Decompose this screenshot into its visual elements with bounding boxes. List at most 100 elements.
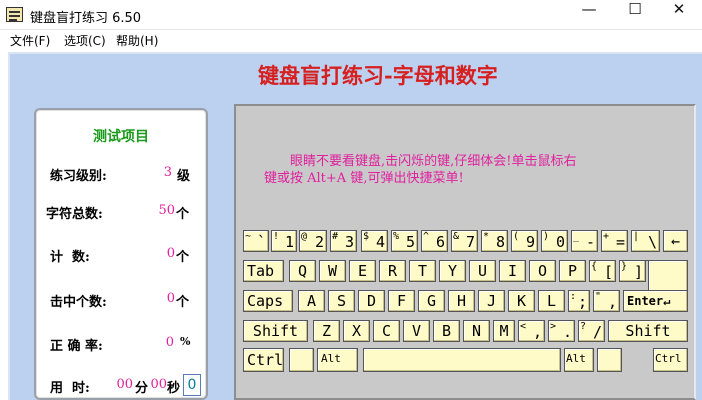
key-p[interactable]: P <box>559 260 586 282</box>
key-q[interactable]: Q <box>289 260 316 282</box>
key-6[interactable]: ^ 6 <box>421 230 448 252</box>
key-e[interactable]: E <box>349 260 376 282</box>
key-left-win[interactable] <box>289 348 314 372</box>
key-backtick[interactable]: ~ ` <box>243 230 269 252</box>
stat-time-label: 用 时: <box>50 381 90 396</box>
key-5[interactable]: % 5 <box>391 230 418 252</box>
key-g[interactable]: G <box>418 290 445 312</box>
key-9[interactable]: (9 <box>511 230 538 252</box>
key-equals[interactable]: + = <box>601 230 628 252</box>
stat-time-sec: 00 <box>150 377 167 392</box>
stat-total-value: 50 <box>158 203 175 218</box>
hint-text: 眼睛不要看键盘,击闪烁的键,仔细体会!单击鼠标右 键或按 Alt+A 键,可弹出… <box>264 153 664 187</box>
key-h[interactable]: H <box>448 290 475 312</box>
key-left-shift[interactable]: Shift <box>243 320 308 342</box>
key-comma[interactable]: <, <box>518 320 545 342</box>
key-2[interactable]: @2 <box>299 230 327 252</box>
key-l[interactable]: L <box>538 290 565 312</box>
stat-count-unit: 个 <box>176 250 190 265</box>
key-7[interactable]: & 7 <box>451 230 478 252</box>
key-0[interactable]: ) 0 <box>541 230 568 252</box>
key-1[interactable]: ! 1 <box>271 230 297 252</box>
stat-total: 字符总数: 50 个 <box>36 203 206 223</box>
key-v[interactable]: V <box>403 320 430 342</box>
key-left-bracket[interactable]: {[ <box>589 260 616 282</box>
key-tab[interactable]: Tab <box>243 260 284 282</box>
menu-file[interactable]: 文件(F) <box>10 32 50 49</box>
key-i[interactable]: I <box>499 260 526 282</box>
stat-total-label: 字符总数: <box>46 207 103 222</box>
stat-accuracy-value: 0 <box>165 335 174 350</box>
key-z[interactable]: Z <box>313 320 340 342</box>
key-enter[interactable]: Enter↵ <box>623 290 688 312</box>
key-semicolon[interactable]: :; <box>568 290 590 312</box>
key-backslash[interactable]: | \ <box>631 230 660 252</box>
stat-level-label: 练习级别: <box>50 169 107 184</box>
app-keyboard-icon <box>6 7 23 22</box>
key-r[interactable]: R <box>379 260 406 282</box>
key-t[interactable]: T <box>409 260 436 282</box>
key-right-alt[interactable]: Alt <box>564 348 594 372</box>
key-b[interactable]: B <box>433 320 460 342</box>
minimize-button[interactable]: — <box>566 0 612 30</box>
key-o[interactable]: O <box>529 260 556 282</box>
menu-bar: 文件(F) 选项(C) 帮助(H) <box>0 30 702 49</box>
close-button[interactable]: ✕ <box>656 0 702 30</box>
key-backspace[interactable]: ← <box>663 230 688 252</box>
key-x[interactable]: X <box>343 320 370 342</box>
key-f[interactable]: F <box>388 290 415 312</box>
stat-time: 用 时: 00 分 00 秒 <box>36 377 206 397</box>
key-y[interactable]: Y <box>439 260 466 282</box>
backspace-arrow-icon: ← <box>670 232 681 250</box>
stat-total-unit: 个 <box>176 207 190 222</box>
stats-title: 测试项目 <box>93 129 149 145</box>
key-slash[interactable]: ? / <box>578 320 605 342</box>
stat-time-sec-unit: 秒 <box>167 381 181 396</box>
key-k[interactable]: K <box>508 290 535 312</box>
stats-panel: 测试项目 练习级别: 3 级 字符总数: 50 个 计 数: 0 个 击中个数:… <box>34 108 208 400</box>
key-caps[interactable]: Caps <box>243 290 293 312</box>
key-n[interactable]: N <box>463 320 490 342</box>
maximize-button[interactable]: ☐ <box>612 0 658 30</box>
key-c[interactable]: C <box>373 320 400 342</box>
key-left-alt[interactable]: Alt <box>317 348 358 372</box>
stat-hits-value: 0 <box>166 291 175 306</box>
key-quote[interactable]: ", <box>593 290 620 312</box>
menu-options[interactable]: 选项(C) <box>64 32 106 49</box>
key-right-shift[interactable]: Shift <box>608 320 688 342</box>
stat-level: 练习级别: 3 级 <box>36 165 206 185</box>
stat-time-min: 00 <box>116 377 133 392</box>
stat-hits: 击中个数: 0 个 <box>36 291 206 311</box>
hint-line-1: 眼睛不要看键盘,击闪烁的键,仔细体会!单击鼠标右 <box>290 154 577 169</box>
window-title: 键盘盲打练习 6.50 <box>30 11 142 26</box>
key-j[interactable]: J <box>478 290 505 312</box>
key-left-ctrl[interactable]: Ctrl <box>243 348 284 372</box>
key-right-win[interactable] <box>597 348 622 372</box>
stat-count: 计 数: 0 个 <box>36 246 206 266</box>
key-8[interactable]: * 8 <box>481 230 508 252</box>
key-d[interactable]: D <box>358 290 385 312</box>
key-m[interactable]: M <box>493 320 515 342</box>
key-4[interactable]: $4 <box>361 230 388 252</box>
key-3[interactable]: #3 <box>330 230 357 252</box>
key-s[interactable]: S <box>328 290 355 312</box>
key-space[interactable] <box>363 348 561 372</box>
time-box: 0 <box>183 374 201 396</box>
hint-line-2: 键或按 Alt+A 键,可弹出快捷菜单! <box>264 171 464 186</box>
key-period[interactable]: >. <box>548 320 575 342</box>
stat-accuracy-unit: % <box>180 335 191 348</box>
key-enter-top[interactable] <box>648 260 688 292</box>
page-heading: 键盘盲打练习-字母和数字 <box>258 63 498 88</box>
key-w[interactable]: W <box>319 260 346 282</box>
stat-hits-unit: 个 <box>176 295 190 310</box>
menu-help[interactable]: 帮助(H) <box>116 32 158 49</box>
stat-count-label: 计 数: <box>50 250 90 265</box>
title-bar: 键盘盲打练习 6.50 — ☐ ✕ <box>0 0 702 30</box>
stat-accuracy: 正 确 率: 0 % <box>36 335 206 355</box>
stat-hits-label: 击中个数: <box>50 295 107 310</box>
key-u[interactable]: U <box>469 260 496 282</box>
key-right-ctrl[interactable]: Ctrl <box>653 348 688 372</box>
key-a[interactable]: A <box>298 290 325 312</box>
key-minus[interactable]: _ - <box>571 230 598 252</box>
stat-level-unit: 级 <box>177 169 191 184</box>
